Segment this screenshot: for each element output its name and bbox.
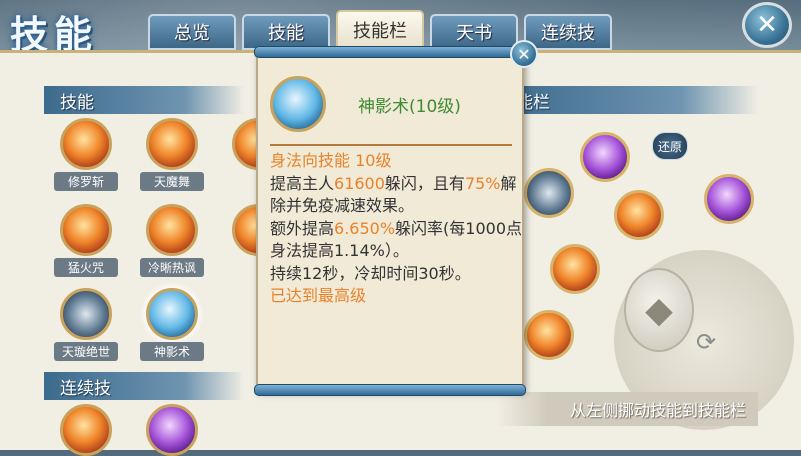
max-level-status: 已达到最高级 <box>270 286 367 305</box>
tooltip-bottom-bar <box>254 384 526 396</box>
skill-type-line: 身法向技能 10级 <box>270 151 392 170</box>
tab-skills[interactable]: 技能 <box>242 14 330 50</box>
ice-swirl-icon <box>270 76 326 132</box>
fire-curse-icon <box>60 204 112 256</box>
desc-text: 额外提高 <box>270 218 335 238</box>
tab-heaven-book[interactable]: 天书 <box>430 14 518 50</box>
combo-slot-1[interactable] <box>46 404 126 456</box>
bar-slot-fire-2[interactable] <box>550 244 600 294</box>
bar-slot-lightning[interactable] <box>704 174 754 224</box>
skill-label: 修罗斩 <box>54 172 118 191</box>
fire-burst-icon <box>146 204 198 256</box>
dodge-value: 61600 <box>334 173 385 193</box>
skills-section-header: 技能 <box>44 86 244 114</box>
skill-slot-lengxirefeng[interactable]: 冷晰热讽 <box>132 204 212 277</box>
wheel-icon <box>60 288 112 340</box>
close-icon: ✕ <box>756 10 778 40</box>
immune-chance: 75% <box>464 173 501 193</box>
skill-tooltip: ✕ 神影术(10级) 身法向技能 10级 提高主人61600躲闪，且有75%解除… <box>254 40 538 396</box>
bar-slot-purple-orb[interactable] <box>580 132 630 182</box>
blade-icon: ◆ <box>645 289 673 331</box>
skill-label: 冷晰热讽 <box>140 258 204 277</box>
tooltip-skill-name: 神影术(10级) <box>358 97 461 117</box>
skill-slot-xiuluozhan[interactable]: 修罗斩 <box>46 118 126 191</box>
fire-icon <box>60 404 112 456</box>
combo-slot-2[interactable] <box>132 404 212 456</box>
skill-slot-menghuozhou[interactable]: 猛火咒 <box>46 204 126 277</box>
skill-bar-section-header: 能栏 <box>500 86 758 114</box>
skill-bar-center[interactable]: ◆ <box>624 268 694 352</box>
bar-slot-fire-1[interactable] <box>614 190 664 240</box>
tab-bar: 总览 技能 技能栏 天书 连续技 <box>148 10 612 50</box>
skill-slot-tianmowu[interactable]: 天魔舞 <box>132 118 212 191</box>
fire-dance-icon <box>146 118 198 170</box>
ice-swirl-icon <box>146 288 198 340</box>
tab-overview[interactable]: 总览 <box>148 14 236 50</box>
dodge-rate-value: 6.650% <box>334 218 396 238</box>
desc-line-1: 提高主人61600躲闪，且有75%解除并免疫减速效果。 <box>270 173 522 218</box>
skill-label: 天魔舞 <box>140 172 204 191</box>
desc-text: 提高主人 <box>270 173 335 193</box>
bar-slot-fire-3[interactable] <box>524 310 574 360</box>
refresh-icon[interactable]: ⟳ <box>692 328 720 356</box>
drag-hint: 从左侧挪动技能到技能栏 <box>496 392 758 426</box>
skill-label: 天璇绝世 <box>54 342 118 361</box>
desc-line-3: 持续12秒，冷却时间30秒。 <box>270 263 471 283</box>
tab-combo[interactable]: 连续技 <box>524 14 612 50</box>
reset-button[interactable]: 还原 <box>652 132 688 160</box>
skill-label: 猛火咒 <box>54 258 118 277</box>
tab-skill-bar[interactable]: 技能栏 <box>336 10 424 50</box>
skill-slot-tianxuanjueshi[interactable]: 天璇绝世 <box>46 288 126 361</box>
skill-bar-area: 还原 ◆ ⟳ <box>496 120 794 430</box>
lightning-icon <box>146 404 198 456</box>
fire-slash-icon <box>60 118 112 170</box>
tooltip-top-bar <box>254 46 526 58</box>
skill-label: 神影术 <box>140 342 204 361</box>
skill-slot-shenyingshu[interactable]: 神影术 <box>132 288 212 361</box>
desc-text: 躲闪，且有 <box>384 173 465 193</box>
bar-slot-wheel[interactable] <box>524 168 574 218</box>
combo-section-header: 连续技 <box>44 372 244 400</box>
tooltip-description: 身法向技能 10级 提高主人61600躲闪，且有75%解除并免疫减速效果。 额外… <box>270 150 522 308</box>
close-window-button[interactable]: ✕ <box>742 2 792 48</box>
desc-line-2: 额外提高6.650%躲闪率(每1000点身法提高1.14%）。 <box>270 218 522 263</box>
tooltip-close-button[interactable]: ✕ <box>510 40 538 68</box>
tooltip-divider <box>270 144 512 146</box>
close-icon: ✕ <box>517 44 531 64</box>
